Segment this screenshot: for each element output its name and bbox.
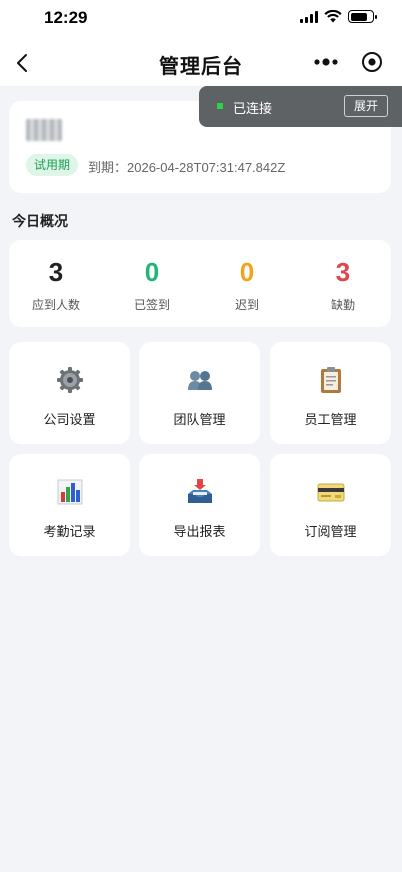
status-time: 12:29: [44, 8, 88, 27]
mini-program-capsule: [303, 45, 393, 79]
trial-badge: 试用期: [26, 154, 78, 176]
company-settings-tile[interactable]: 公司设置: [9, 342, 130, 444]
attendance-records-tile[interactable]: 考勤记录: [9, 454, 130, 556]
overview-title: 今日概况: [12, 213, 68, 229]
bar-chart-icon: [57, 479, 82, 505]
stat-label: 应到人数: [31, 298, 80, 312]
gear-icon: [56, 367, 83, 393]
wifi-icon: [324, 10, 342, 23]
status-icons: [300, 10, 377, 23]
clipboard-icon: [320, 367, 341, 393]
stat-expected: 3 应到人数: [16, 256, 96, 313]
stat-value: 3: [48, 257, 64, 287]
employee-management-tile[interactable]: 员工管理: [270, 342, 391, 444]
inbox-tray-icon: [187, 479, 212, 503]
overview-card: 3 应到人数 0 已签到 0 迟到 3 缺勤: [9, 240, 391, 327]
stat-label: 迟到: [234, 298, 259, 312]
stat-label: 缺勤: [330, 298, 355, 312]
credit-card-icon: [317, 483, 344, 502]
tile-label: 员工管理: [304, 412, 357, 427]
battery-icon: [348, 10, 377, 23]
tile-label: 订阅管理: [304, 524, 357, 539]
stat-value: 0: [239, 257, 255, 287]
connection-toast: 已连接 展开: [199, 86, 402, 127]
close-icon[interactable]: [361, 51, 383, 73]
tile-label: 公司设置: [43, 412, 96, 427]
stat-checked-in: 0 已签到: [112, 256, 192, 313]
stat-label: 已签到: [133, 298, 170, 312]
expiry-date: 到期：2026-04-28T07:31:47.842Z: [88, 160, 286, 175]
stat-absent: 3 缺勤: [303, 256, 383, 313]
more-icon[interactable]: [311, 53, 341, 71]
connected-indicator-icon: [217, 103, 223, 109]
export-report-tile[interactable]: 导出报表: [139, 454, 260, 556]
status-bar: 12:29: [0, 0, 402, 40]
tile-label: 导出报表: [173, 524, 226, 539]
team-management-tile[interactable]: 团队管理: [139, 342, 260, 444]
connection-status: 已连接: [233, 101, 273, 116]
stat-value: 0: [144, 257, 160, 287]
tile-label: 团队管理: [173, 412, 226, 427]
stat-value: 3: [335, 257, 351, 287]
navigation-bar: 管理后台: [0, 40, 402, 86]
company-name-blurred: [26, 119, 62, 141]
stat-late: 0 迟到: [207, 256, 287, 313]
expand-button[interactable]: 展开: [344, 95, 388, 117]
subscription-management-tile[interactable]: 订阅管理: [270, 454, 391, 556]
tile-label: 考勤记录: [43, 524, 96, 539]
team-icon: [187, 371, 212, 390]
signal-icon: [300, 10, 318, 23]
